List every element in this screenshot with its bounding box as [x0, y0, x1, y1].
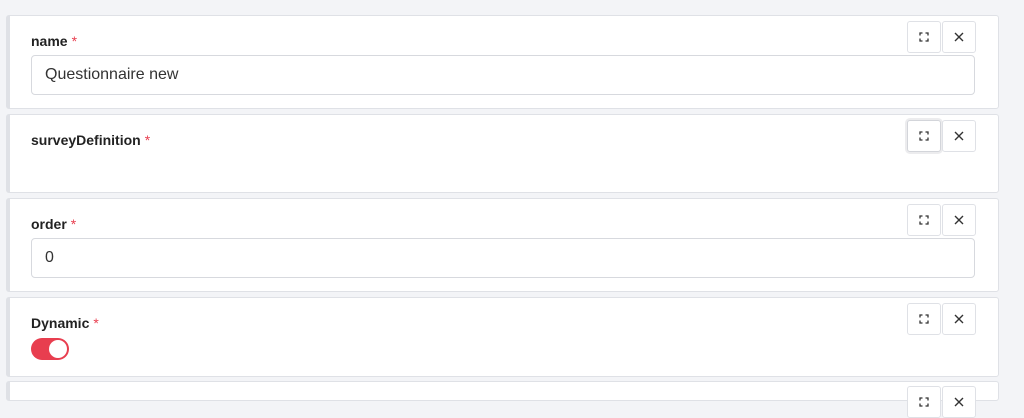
remove-field-button[interactable] — [942, 21, 976, 53]
close-icon — [954, 314, 964, 324]
name-field-label: name * — [31, 33, 78, 49]
order-input[interactable] — [31, 238, 975, 278]
expand-field-button[interactable] — [907, 120, 941, 152]
expand-field-button[interactable] — [907, 204, 941, 236]
close-icon — [954, 397, 964, 407]
remove-field-button[interactable] — [942, 386, 976, 418]
dynamic-field-label: Dynamic * — [31, 315, 99, 331]
expand-icon — [919, 397, 929, 407]
order-field-card: order * — [6, 198, 999, 292]
close-icon — [954, 131, 964, 141]
survey-definition-field-label: surveyDefinition * — [31, 132, 151, 148]
dynamic-field-card: Dynamic * — [6, 297, 999, 377]
remove-field-button[interactable] — [942, 303, 976, 335]
expand-icon — [919, 215, 929, 225]
name-field-card: name * — [6, 15, 999, 109]
required-asterisk: * — [144, 132, 151, 148]
required-asterisk: * — [71, 33, 78, 49]
expand-icon — [919, 131, 929, 141]
name-input[interactable] — [31, 55, 975, 95]
expand-icon — [919, 32, 929, 42]
remove-field-button[interactable] — [942, 120, 976, 152]
order-field-label: order * — [31, 216, 77, 232]
expand-field-button[interactable] — [907, 303, 941, 335]
dynamic-toggle[interactable] — [31, 338, 69, 360]
remove-field-button[interactable] — [942, 204, 976, 236]
survey-definition-field-card: surveyDefinition * — [6, 114, 999, 193]
next-field-card — [6, 381, 999, 418]
required-asterisk: * — [70, 216, 77, 232]
expand-field-button[interactable] — [907, 386, 941, 418]
expand-icon — [919, 314, 929, 324]
close-icon — [954, 215, 964, 225]
required-asterisk: * — [93, 315, 99, 331]
toggle-knob — [49, 340, 67, 358]
expand-field-button[interactable] — [907, 21, 941, 53]
close-icon — [954, 32, 964, 42]
